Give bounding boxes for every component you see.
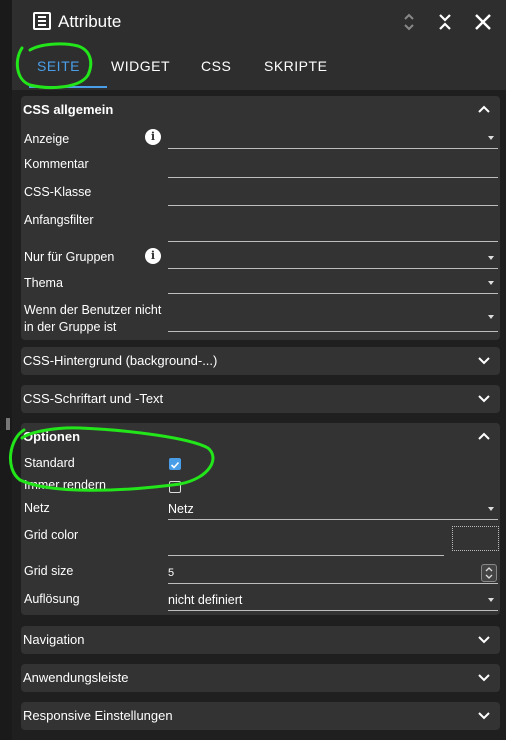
chevron-down-icon[interactable] bbox=[476, 352, 492, 368]
collapse-icon[interactable] bbox=[433, 10, 457, 34]
label-kommentar: Kommentar bbox=[24, 157, 89, 171]
label-wenn-benutzer-1: Wenn der Benutzer nicht bbox=[24, 303, 162, 317]
panel-navigation[interactable]: Navigation bbox=[21, 626, 500, 654]
anzeige-select[interactable] bbox=[168, 127, 498, 149]
chevron-down-icon[interactable] bbox=[476, 669, 492, 685]
chevron-up-icon[interactable] bbox=[476, 428, 492, 444]
title-bar: Attribute bbox=[12, 0, 506, 44]
close-icon[interactable] bbox=[471, 10, 495, 34]
tab-seite[interactable]: SEITE bbox=[37, 58, 80, 74]
panel-css-general: CSS allgemein Anzeige i Kommentar CSS-Kl… bbox=[21, 96, 500, 340]
dropdown-caret-icon bbox=[488, 281, 494, 285]
panel-title: Responsive Einstellungen bbox=[23, 708, 173, 723]
panel-title: Optionen bbox=[23, 429, 81, 444]
netz-select[interactable]: Netz bbox=[168, 498, 498, 520]
label-anfangsfilter: Anfangsfilter bbox=[24, 213, 94, 227]
chevron-up-icon[interactable] bbox=[476, 101, 492, 117]
scroll-indicator[interactable] bbox=[6, 418, 10, 430]
label-wenn-benutzer-2: in der Gruppe ist bbox=[24, 320, 117, 334]
sort-updown-icon[interactable] bbox=[397, 10, 421, 34]
panel-css-general-header[interactable]: CSS allgemein bbox=[21, 96, 500, 124]
grid-color-input[interactable] bbox=[168, 533, 444, 556]
panel-css-font[interactable]: CSS-Schriftart und -Text bbox=[21, 385, 500, 413]
label-nur-fuer-gruppen: Nur für Gruppen bbox=[24, 250, 115, 264]
aufloesung-value: nicht definiert bbox=[168, 593, 243, 607]
attributes-content: CSS allgemein Anzeige i Kommentar CSS-Kl… bbox=[12, 90, 506, 740]
label-thema: Thema bbox=[24, 276, 63, 290]
dropdown-caret-icon bbox=[488, 256, 494, 260]
nur-fuer-gruppen-select[interactable] bbox=[168, 247, 498, 269]
label-standard: Standard bbox=[24, 456, 75, 470]
label-css-klasse: CSS-Klasse bbox=[24, 185, 92, 199]
css-klasse-input[interactable] bbox=[168, 184, 498, 206]
tab-skripte[interactable]: SKRIPTE bbox=[264, 58, 327, 74]
anfangsfilter-input[interactable] bbox=[168, 216, 498, 242]
immer-rendern-checkbox[interactable] bbox=[169, 481, 181, 493]
attribute-list-icon bbox=[33, 12, 51, 30]
panel-title: CSS allgemein bbox=[23, 102, 114, 117]
chevron-down-icon[interactable] bbox=[476, 631, 492, 647]
panel-css-background[interactable]: CSS-Hintergrund (background-...) bbox=[21, 347, 500, 375]
dropdown-caret-icon bbox=[488, 507, 494, 511]
panel-title: Anwendungsleiste bbox=[23, 670, 129, 685]
standard-checkbox[interactable] bbox=[169, 458, 181, 470]
dropdown-caret-icon bbox=[488, 136, 494, 140]
label-anzeige: Anzeige bbox=[24, 132, 70, 146]
panel-title: CSS-Hintergrund (background-...) bbox=[23, 353, 218, 368]
window-title: Attribute bbox=[58, 12, 122, 31]
panel-anwendungsleiste[interactable]: Anwendungsleiste bbox=[21, 664, 500, 692]
label-grid-color: Grid color bbox=[24, 528, 79, 542]
label-grid-size: Grid size bbox=[24, 564, 74, 578]
aufloesung-select[interactable]: nicht definiert bbox=[168, 589, 498, 611]
info-icon[interactable]: i bbox=[145, 248, 161, 264]
thema-select[interactable] bbox=[168, 272, 498, 294]
panel-options-header[interactable]: Optionen bbox=[21, 423, 500, 451]
chevron-down-icon[interactable] bbox=[476, 707, 492, 723]
dropdown-caret-icon bbox=[488, 598, 494, 602]
info-icon[interactable]: i bbox=[145, 129, 161, 145]
grid-size-stepper[interactable] bbox=[481, 564, 497, 582]
dropdown-caret-icon bbox=[488, 315, 494, 319]
netz-value: Netz bbox=[168, 502, 194, 516]
grid-size-value: 5 bbox=[168, 567, 175, 579]
chevron-down-icon[interactable] bbox=[476, 390, 492, 406]
panel-title: Navigation bbox=[23, 632, 85, 647]
tab-widget[interactable]: WIDGET bbox=[111, 58, 170, 74]
active-tab-indicator bbox=[29, 86, 107, 88]
panel-options: Optionen Standard Immer rendern Netz Net… bbox=[21, 423, 500, 615]
wenn-benutzer-select[interactable] bbox=[168, 302, 498, 332]
grid-color-swatch[interactable] bbox=[452, 526, 499, 551]
grid-size-input[interactable]: 5 bbox=[168, 562, 498, 584]
tab-css[interactable]: CSS bbox=[201, 58, 231, 74]
panel-responsive[interactable]: Responsive Einstellungen bbox=[21, 702, 500, 730]
kommentar-input[interactable] bbox=[168, 156, 498, 178]
tab-bar: SEITE WIDGET CSS SKRIPTE bbox=[12, 44, 506, 90]
label-netz: Netz bbox=[24, 501, 50, 515]
label-immer-rendern: Immer rendern bbox=[24, 478, 106, 492]
panel-title: CSS-Schriftart und -Text bbox=[23, 391, 164, 406]
label-aufloesung: Auflösung bbox=[24, 592, 80, 606]
